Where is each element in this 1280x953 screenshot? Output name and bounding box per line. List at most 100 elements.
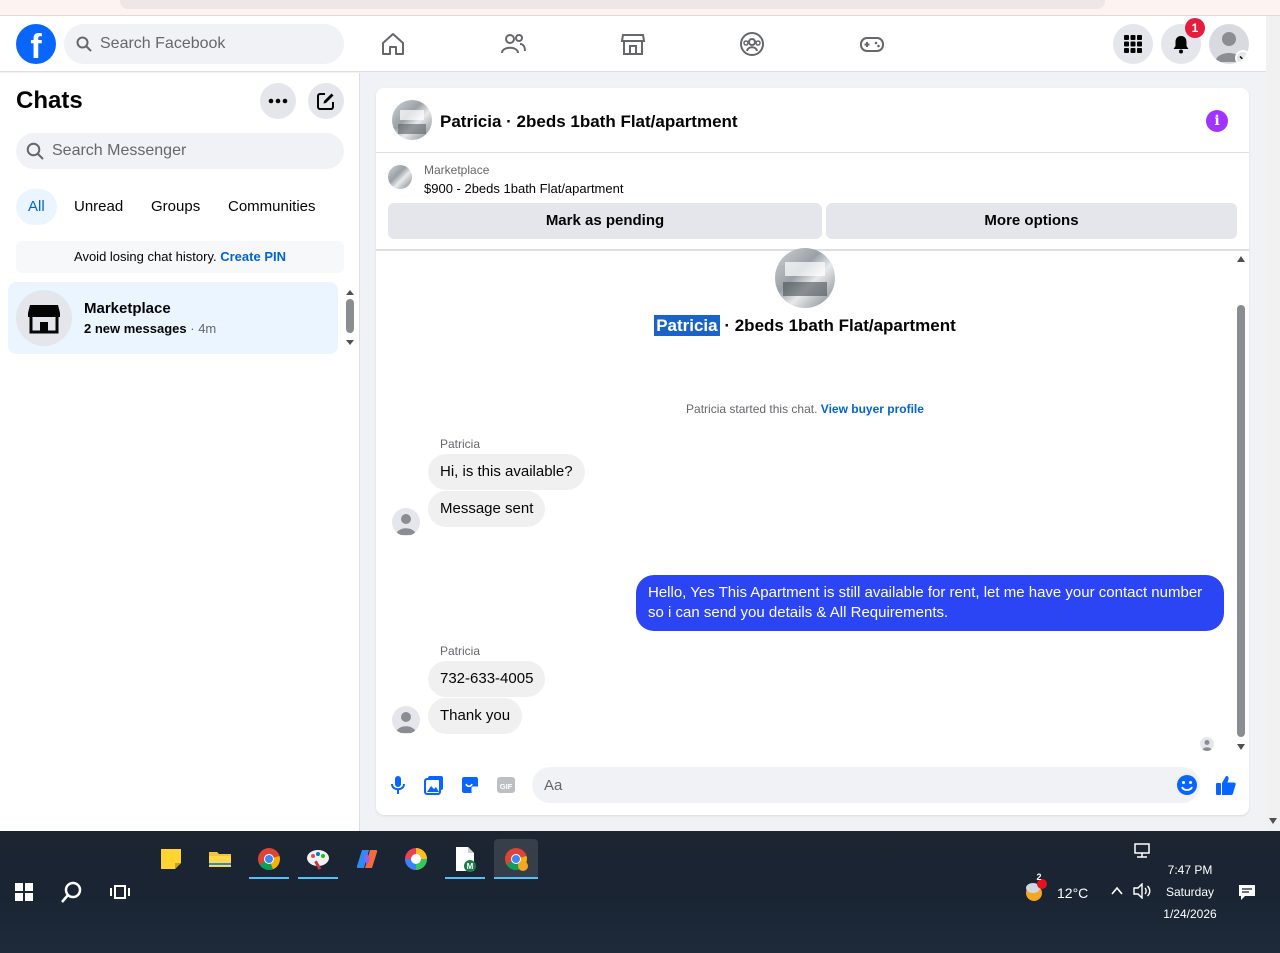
message-input-wrapper[interactable] <box>532 767 1200 803</box>
notification-center-icon[interactable] <box>1236 872 1258 912</box>
paint-app[interactable] <box>298 839 338 879</box>
profile-avatar[interactable] <box>1209 24 1249 64</box>
mark-as-pending-button[interactable]: Mark as pending <box>388 203 822 239</box>
chat-preview: 2 new messages · 4m <box>84 321 216 336</box>
conversation-avatar <box>775 248 835 308</box>
pin-notice-text: Avoid losing chat history. <box>74 249 217 264</box>
facebook-logo[interactable]: f <box>16 24 56 64</box>
windows-start-icon[interactable] <box>4 872 44 912</box>
sender-avatar[interactable] <box>392 508 420 536</box>
chevron-down-icon[interactable] <box>1235 50 1249 64</box>
facebook-top-nav: f <box>0 16 1266 72</box>
task-view-icon[interactable] <box>100 872 140 912</box>
conversation-header: Patricia · 2beds 1bath Flat/apartment i <box>376 88 1249 153</box>
emoji-icon[interactable] <box>1175 773 1199 797</box>
facebook-search[interactable] <box>64 24 344 64</box>
sender-name: Patricia <box>440 644 481 658</box>
marketplace-store-icon <box>28 305 60 334</box>
gaming-icon[interactable] <box>856 28 888 60</box>
photo-icon[interactable] <box>422 773 446 797</box>
message-composer: GIF <box>376 765 1249 805</box>
windows-taskbar: M 2 12°C 7:47 PM Saturday 1/24/2026 <box>0 831 1280 953</box>
listing-photo[interactable] <box>392 100 432 140</box>
incoming-message[interactable]: 732-633-4005 <box>428 661 546 697</box>
grid-icon <box>1124 35 1142 53</box>
chat-options-button[interactable] <box>260 83 296 119</box>
running-indicator <box>249 877 289 879</box>
new-message-button[interactable] <box>308 83 344 119</box>
sticker-icon[interactable] <box>458 773 482 797</box>
copilot-app[interactable] <box>347 839 387 879</box>
chrome-app[interactable] <box>249 839 289 879</box>
search-icon[interactable] <box>52 872 92 912</box>
filter-all[interactable]: All <box>16 189 57 225</box>
highlighted-name: Patricia <box>654 315 720 336</box>
friends-icon[interactable] <box>497 28 529 60</box>
more-options-button[interactable]: More options <box>826 203 1237 239</box>
chat-started-notice: Patricia started this chat. View buyer p… <box>376 402 1234 416</box>
chats-title: Chats <box>16 87 83 114</box>
thumbs-up-icon[interactable] <box>1214 773 1238 797</box>
conversation-title[interactable]: Patricia · 2beds 1bath Flat/apartment <box>440 112 738 132</box>
filter-unread[interactable]: Unread <box>62 189 135 225</box>
scrollbar-thumb[interactable] <box>1237 305 1245 737</box>
home-icon[interactable] <box>377 28 409 60</box>
seen-indicator-avatar <box>1200 737 1214 751</box>
conversation-intro-title: Patricia · 2beds 1bath Flat/apartment <box>376 315 1234 336</box>
pin-notice: Avoid losing chat history. Create PIN <box>16 241 344 273</box>
outgoing-message[interactable]: Hello, Yes This Apartment is still avail… <box>636 575 1224 631</box>
gif-icon[interactable]: GIF <box>494 773 518 797</box>
temperature: 12°C <box>1057 885 1089 901</box>
incoming-message[interactable]: Thank you <box>428 698 523 734</box>
clock-time[interactable]: 7:47 PM <box>1150 863 1230 877</box>
view-buyer-profile-link[interactable]: View buyer profile <box>821 402 924 416</box>
incoming-message[interactable]: Message sent <box>428 491 546 527</box>
marketplace-avatar <box>16 290 72 346</box>
more-icon <box>268 98 288 104</box>
clock-day[interactable]: Saturday <box>1150 885 1230 899</box>
chat-list-item-marketplace[interactable]: Marketplace 2 new messages · 4m <box>8 282 338 354</box>
info-icon[interactable]: i <box>1206 110 1228 132</box>
microphone-icon[interactable] <box>386 773 410 797</box>
sender-avatar[interactable] <box>392 706 420 734</box>
compose-icon <box>317 93 334 110</box>
marketplace-icon[interactable] <box>617 28 649 60</box>
photos-app[interactable] <box>396 839 436 879</box>
chat-name: Marketplace <box>84 300 171 317</box>
create-pin-link[interactable]: Create PIN <box>220 249 286 264</box>
filter-groups[interactable]: Groups <box>139 189 212 225</box>
chat-preview-text: 2 new messages <box>84 321 187 336</box>
chrome-app-active[interactable] <box>494 839 538 879</box>
listing-title[interactable]: $900 - 2beds 1bath Flat/apartment <box>424 181 623 196</box>
chat-time: 4m <box>198 321 217 336</box>
menu-grid-button[interactable] <box>1113 24 1153 64</box>
notification-count-badge: 1 <box>1185 18 1205 38</box>
page-scrollbar[interactable] <box>1266 16 1280 831</box>
browser-top-strip <box>0 0 1280 16</box>
conversation-scrollbar[interactable] <box>1234 251 1249 751</box>
svg-text:GIF: GIF <box>500 782 513 791</box>
sender-name: Patricia <box>440 437 481 451</box>
running-indicator <box>494 877 538 879</box>
running-indicator <box>445 877 485 879</box>
started-text: Patricia started this chat. <box>686 402 818 416</box>
incoming-message[interactable]: Hi, is this available? <box>428 454 585 490</box>
browser-address-bar[interactable] <box>120 0 1105 9</box>
bell-icon <box>1173 36 1189 54</box>
weather-badge: 2 <box>1036 872 1042 882</box>
chat-separator: · <box>186 321 199 336</box>
file-explorer-app[interactable] <box>200 839 240 879</box>
chevron-up-icon[interactable] <box>1106 871 1128 911</box>
groups-icon[interactable] <box>736 28 768 60</box>
intro-title-rest: · 2beds 1bath Flat/apartment <box>719 316 956 335</box>
filter-communities[interactable]: Communities <box>216 189 328 225</box>
listing-thumbnail[interactable] <box>388 165 412 189</box>
message-input[interactable] <box>544 776 1144 794</box>
sidebar-scrollbar[interactable] <box>344 285 356 351</box>
clock-date[interactable]: 1/24/2026 <box>1150 907 1230 921</box>
sticky-notes-app[interactable] <box>151 839 191 879</box>
document-app[interactable]: M <box>445 839 485 879</box>
messenger-search[interactable] <box>16 133 344 169</box>
search-messenger-input[interactable] <box>52 142 272 160</box>
search-facebook-input[interactable] <box>100 35 320 53</box>
